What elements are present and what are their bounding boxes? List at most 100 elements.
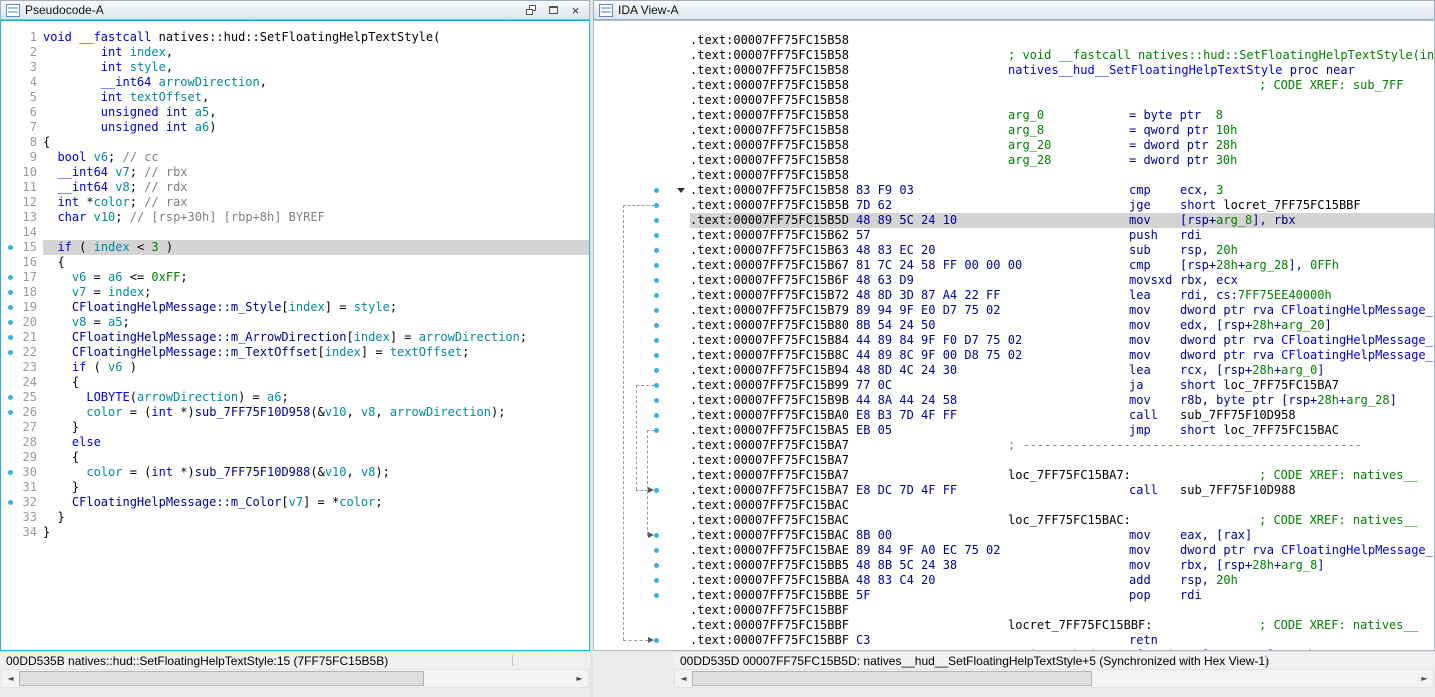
line-number: 4 [1,75,43,90]
disasm-line[interactable]: .text:00007FF75FC15B58arg_0= byte ptr 8 [594,108,1434,123]
close-window-button[interactable]: × [567,3,584,18]
pseudocode-line[interactable]: 30 color = (int *)sub_7FF75F10D988(&v10,… [1,465,589,480]
pseudocode-line[interactable]: 32 CFloatingHelpMessage::m_Color[v7] = *… [1,495,589,510]
pseudocode-line[interactable]: 18 v7 = index; [1,285,589,300]
disasm-line[interactable]: .text:00007FF75FC15BBFlocret_7FF75FC15BB… [594,618,1434,633]
disasm-line[interactable]: .text:00007FF75FC15B8444 89 84 9F F0 D7 … [594,333,1434,348]
pseudocode-line[interactable]: 22 CFloatingHelpMessage::m_TextOffset[in… [1,345,589,360]
disasm-line[interactable]: .text:00007FF75FC15BB548 8B 5C 24 38movr… [594,558,1434,573]
pseudocode-line[interactable]: 24 { [1,375,589,390]
pseudocode-line[interactable]: 8{ [1,135,589,150]
disasm-line[interactable]: .text:00007FF75FC15B7248 8D 3D 87 A4 22 … [594,288,1434,303]
pseudocode-line[interactable]: 23 if ( v6 ) [1,360,589,375]
pseudocode-line[interactable]: 15 if ( index < 3 ) [1,240,589,255]
disasm-line[interactable]: .text:00007FF75FC15BBE5Fpoprdi [594,588,1434,603]
disasm-line[interactable]: .text:00007FF75FC15B6348 83 EC 20subrsp,… [594,243,1434,258]
pseudocode-line[interactable]: 19 CFloatingHelpMessage::m_Style[index] … [1,300,589,315]
address-marker-dot [8,275,13,280]
pseudocode-line[interactable]: 9 bool v6; // cc [1,150,589,165]
disasm-line[interactable]: .text:00007FF75FC15B9B44 8A 44 24 58movr… [594,393,1434,408]
disasm-line[interactable]: .text:00007FF75FC15B6F48 63 D9movsxdrbx,… [594,273,1434,288]
pseudocode-line[interactable]: 3 int style, [1,60,589,75]
pseudocode-line[interactable]: 33 } [1,510,589,525]
disasm-line[interactable]: .text:00007FF75FC15BA7; ----------------… [594,438,1434,453]
disasm-line[interactable]: .text:00007FF75FC15B58 [594,93,1434,108]
disasm-line[interactable]: .text:00007FF75FC15B58arg_28= dword ptr … [594,153,1434,168]
disasm-line[interactable]: .text:00007FF75FC15BA7 [594,453,1434,468]
disasm-line[interactable]: .text:00007FF75FC15BA7loc_7FF75FC15BA7:;… [594,468,1434,483]
scroll-left-button[interactable]: ◄ [2,670,19,687]
disasm-line[interactable]: .text:00007FF75FC15BA5EB 05jmpshort loc_… [594,423,1434,438]
disasm-line[interactable]: .text:00007FF75FC15BBFC3retn [594,633,1434,648]
pseudocode-line[interactable]: 11 __int64 v8; // rdx [1,180,589,195]
maximize-window-button[interactable] [545,3,562,18]
pseudocode-line[interactable]: 4 __int64 arrowDirection, [1,75,589,90]
disasm-line[interactable]: .text:00007FF75FC15B808B 54 24 50movedx,… [594,318,1434,333]
disasm-line[interactable]: .text:00007FF75FC15B58natives__hud__SetF… [594,63,1434,78]
disasm-line[interactable]: .text:00007FF75FC15B58arg_8= qword ptr 1… [594,123,1434,138]
restore-window-button[interactable] [523,3,540,18]
ida-view-hscrollbar[interactable]: ◄ ► [674,669,1434,688]
line-number: 27 [1,420,43,435]
pseudocode-line[interactable]: 21 CFloatingHelpMessage::m_ArrowDirectio… [1,330,589,345]
pseudocode-line[interactable]: 28 else [1,435,589,450]
disasm-line[interactable]: .text:00007FF75FC15B6781 7C 24 58 FF 00 … [594,258,1434,273]
disasm-line[interactable]: .text:00007FF75FC15B9448 8D 4C 24 30lear… [594,363,1434,378]
pseudocode-line[interactable]: 17 v6 = a6 <= 0xFF; [1,270,589,285]
disasm-line[interactable]: .text:00007FF75FC15B8C44 89 8C 9F 00 D8 … [594,348,1434,363]
address-marker-dot [654,233,659,238]
address-marker-dot [8,305,13,310]
disasm-line[interactable]: .text:00007FF75FC15BA7E8 DC 7D 4F FFcall… [594,483,1434,498]
address-marker-dot [8,470,13,475]
disasm-line[interactable]: .text:00007FF75FC15BBF [594,603,1434,618]
scroll-right-button[interactable]: ► [1416,670,1433,687]
disasm-line[interactable]: .text:00007FF75FC15B58; CODE XREF: sub_7… [594,78,1434,93]
pseudocode-titlebar[interactable]: Pseudocode-A × [0,0,590,20]
disasm-line[interactable]: .text:00007FF75FC15B58 [594,168,1434,183]
address-marker-dot [654,428,659,433]
disasm-line[interactable]: .text:00007FF75FC15BBA48 83 C4 20addrsp,… [594,573,1434,588]
pseudocode-line[interactable]: 20 v8 = a5; [1,315,589,330]
disasm-line[interactable]: .text:00007FF75FC15B58arg_20= dword ptr … [594,138,1434,153]
pseudocode-hscrollbar[interactable]: ◄ ► [1,669,589,688]
line-number: 13 [1,210,43,225]
disasm-line[interactable]: .text:00007FF75FC15BAE89 84 9F A0 EC 75 … [594,543,1434,558]
disassembly-listing[interactable]: .text:00007FF75FC15B58.text:00007FF75FC1… [593,20,1435,651]
disasm-line[interactable]: .text:00007FF75FC15B5883 F9 03cmpecx, 3 [594,183,1434,198]
pseudocode-line[interactable]: 16 { [1,255,589,270]
pseudocode-line[interactable]: 1void __fastcall natives::hud::SetFloati… [1,30,589,45]
ida-view-titlebar[interactable]: IDA View-A [593,0,1435,20]
scroll-right-button[interactable]: ► [571,670,588,687]
pseudocode-line[interactable]: 10 __int64 v7; // rbx [1,165,589,180]
pseudocode-line[interactable]: 7 unsigned int a6) [1,120,589,135]
pseudocode-line[interactable]: 5 int textOffset, [1,90,589,105]
scroll-thumb[interactable] [19,671,424,686]
disasm-line[interactable]: .text:00007FF75FC15B9977 0Cjashort loc_7… [594,378,1434,393]
pseudocode-line[interactable]: 6 unsigned int a5, [1,105,589,120]
scroll-left-button[interactable]: ◄ [675,670,692,687]
address-marker-dot [654,203,659,208]
address-marker-dot [8,290,13,295]
disasm-line[interactable]: .text:00007FF75FC15B58; void __fastcall … [594,48,1434,63]
disasm-line[interactable]: .text:00007FF75FC15B58 [594,33,1434,48]
pseudocode-line[interactable]: 26 color = (int *)sub_7FF75F10D958(&v10,… [1,405,589,420]
disasm-line[interactable]: .text:00007FF75FC15B6257pushrdi [594,228,1434,243]
pseudocode-line[interactable]: 12 int *color; // rax [1,195,589,210]
disasm-line[interactable]: .text:00007FF75FC15BACloc_7FF75FC15BAC:;… [594,513,1434,528]
pseudocode-listing[interactable]: 1void __fastcall natives::hud::SetFloati… [0,20,590,651]
pseudocode-line[interactable]: 25 LOBYTE(arrowDirection) = a6; [1,390,589,405]
disasm-line[interactable]: .text:00007FF75FC15BAC8B 00moveax, [rax] [594,528,1434,543]
pseudocode-line[interactable]: 14 [1,225,589,240]
disasm-line[interactable]: .text:00007FF75FC15BA0E8 B3 7D 4F FFcall… [594,408,1434,423]
scroll-thumb[interactable] [692,671,1092,686]
pseudocode-line[interactable]: 29 { [1,450,589,465]
disasm-line[interactable]: .text:00007FF75FC15B5B7D 62jgeshort locr… [594,198,1434,213]
pseudocode-line[interactable]: 2 int index, [1,45,589,60]
pseudocode-line[interactable]: 13 char v10; // [rsp+30h] [rbp+8h] BYREF [1,210,589,225]
pseudocode-line[interactable]: 31 } [1,480,589,495]
pseudocode-line[interactable]: 27 } [1,420,589,435]
disasm-line[interactable]: .text:00007FF75FC15BAC [594,498,1434,513]
disasm-line[interactable]: .text:00007FF75FC15B7989 94 9F E0 D7 75 … [594,303,1434,318]
disasm-line[interactable]: .text:00007FF75FC15B5D48 89 5C 24 10mov[… [594,213,1434,228]
pseudocode-line[interactable]: 34} [1,525,589,540]
